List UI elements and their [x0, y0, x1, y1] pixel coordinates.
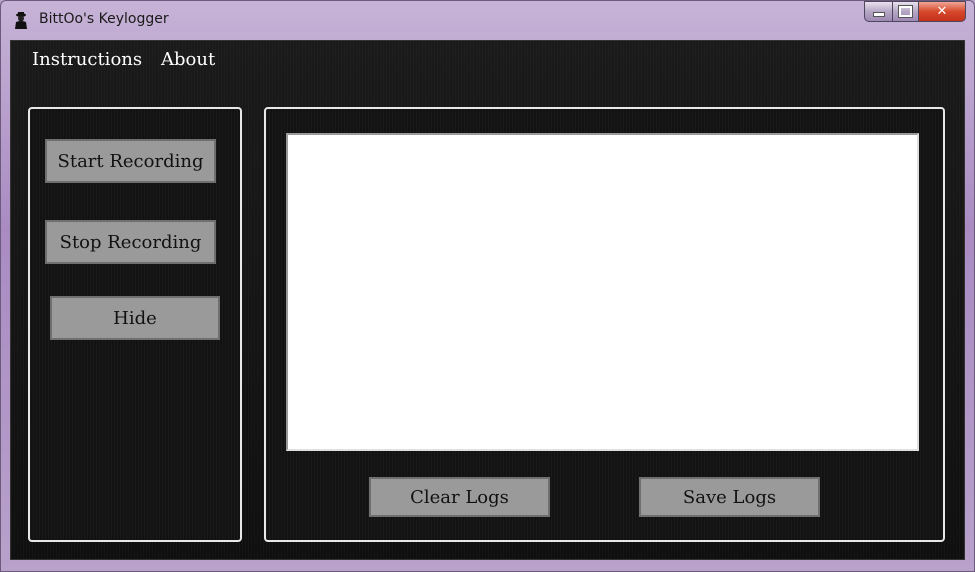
- minimize-icon: [872, 12, 885, 17]
- client-area: Instructions About Start Recording Stop …: [10, 40, 965, 560]
- start-recording-button[interactable]: Start Recording: [45, 139, 216, 183]
- caption-buttons: ✕: [864, 1, 966, 27]
- menu-item-about[interactable]: About: [161, 49, 215, 70]
- stop-recording-button[interactable]: Stop Recording: [45, 220, 216, 264]
- maximize-button[interactable]: [892, 1, 918, 22]
- menu-item-instructions[interactable]: Instructions: [32, 49, 142, 70]
- window-title: BittOo's Keylogger: [39, 11, 169, 27]
- spy-figure-icon: [13, 11, 29, 29]
- menu-bar: Instructions About: [11, 41, 964, 81]
- minimize-button[interactable]: [864, 1, 892, 22]
- logs-panel: Clear Logs Save Logs: [264, 107, 945, 542]
- clear-logs-button[interactable]: Clear Logs: [369, 477, 550, 517]
- close-button[interactable]: ✕: [918, 1, 966, 22]
- app-window: BittOo's Keylogger ✕ Instructions About …: [0, 0, 975, 572]
- close-icon: ✕: [936, 4, 948, 19]
- window-bottom-border: [1, 560, 974, 572]
- log-output-textarea[interactable]: [286, 133, 919, 451]
- save-logs-button[interactable]: Save Logs: [639, 477, 820, 517]
- maximize-icon: [898, 5, 913, 18]
- controls-panel: Start Recording Stop Recording Hide: [28, 107, 242, 542]
- title-bar[interactable]: BittOo's Keylogger ✕: [1, 1, 974, 39]
- hide-button[interactable]: Hide: [50, 296, 220, 340]
